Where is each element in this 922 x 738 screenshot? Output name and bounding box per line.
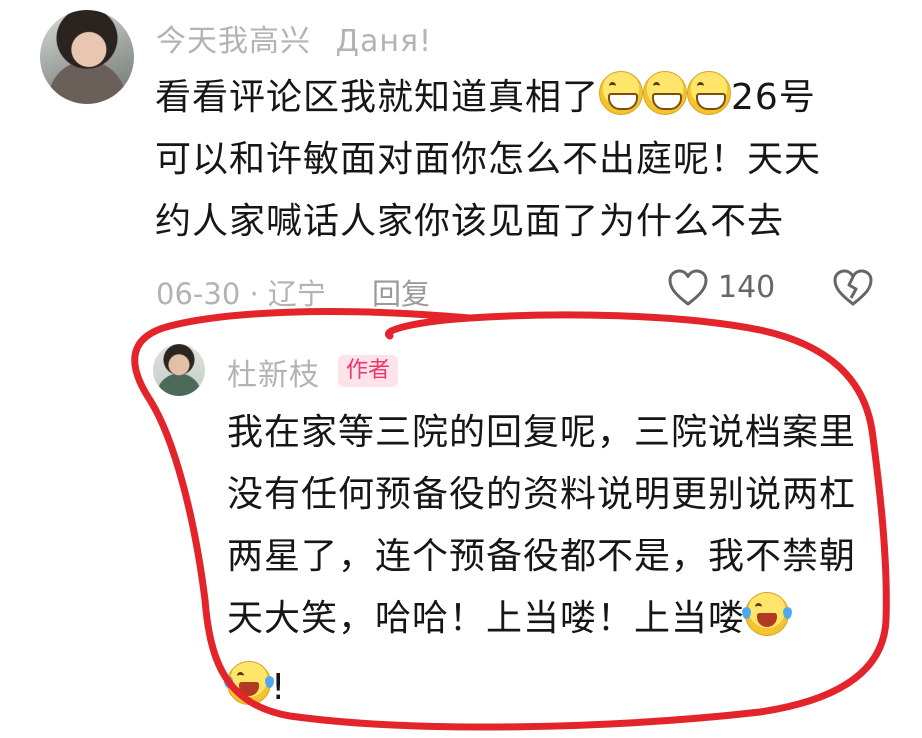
reply-button[interactable]: 回复 [372,271,430,313]
reply-line-2: 没有任何预备役的资料说明更别说两杠 [227,474,857,515]
reply-line-5-text: ! [271,667,287,708]
tears-of-joy-icon [742,592,793,636]
comment-line-1: 看看评论区我就知道真相了 26号 [155,67,816,129]
heart-outline-icon[interactable] [667,268,709,308]
grinning-face-icon [643,71,688,115]
tears-of-joy-icon [224,661,274,705]
commenter-avatar[interactable] [40,10,134,104]
grinning-face-icon [687,71,732,115]
reply-line-4-text: 天大笑，哈哈！上当喽！上当喽 [227,598,746,639]
comment-line-1-tail: 26号 [731,77,816,118]
reply-line-5: ! [224,657,287,719]
broken-heart-icon[interactable] [832,268,874,308]
comment-date-location: 06-30 · 辽宁 [156,277,326,311]
grinning-face-icon [599,71,644,115]
reply-author-name[interactable]: 杜新枝 [227,350,320,394]
author-badge: 作者 [338,355,399,387]
comment-line-3: 约人家喊话人家你该见面了为什么不去 [155,201,785,242]
reply-author-avatar[interactable] [153,344,205,396]
like-count: 140 [718,270,776,305]
reply-line-3: 两星了，连个预备役都不是，我不禁朝 [227,536,857,577]
reply-line-4: 天大笑，哈哈！上当喽！上当喽 [227,588,793,650]
reply-line-1: 我在家等三院的回复呢，三院说档案里 [227,412,857,453]
commenter-name-suffix: Даня! [335,24,433,59]
comment-line-2: 可以和许敏面对面你怎么不出庭呢！天天 [155,139,822,180]
commenter-name[interactable]: 今天我高兴 Даня! [156,16,432,60]
comment-line-1-text: 看看评论区我就知道真相了 [155,77,600,118]
commenter-name-text: 今天我高兴 [156,24,311,59]
